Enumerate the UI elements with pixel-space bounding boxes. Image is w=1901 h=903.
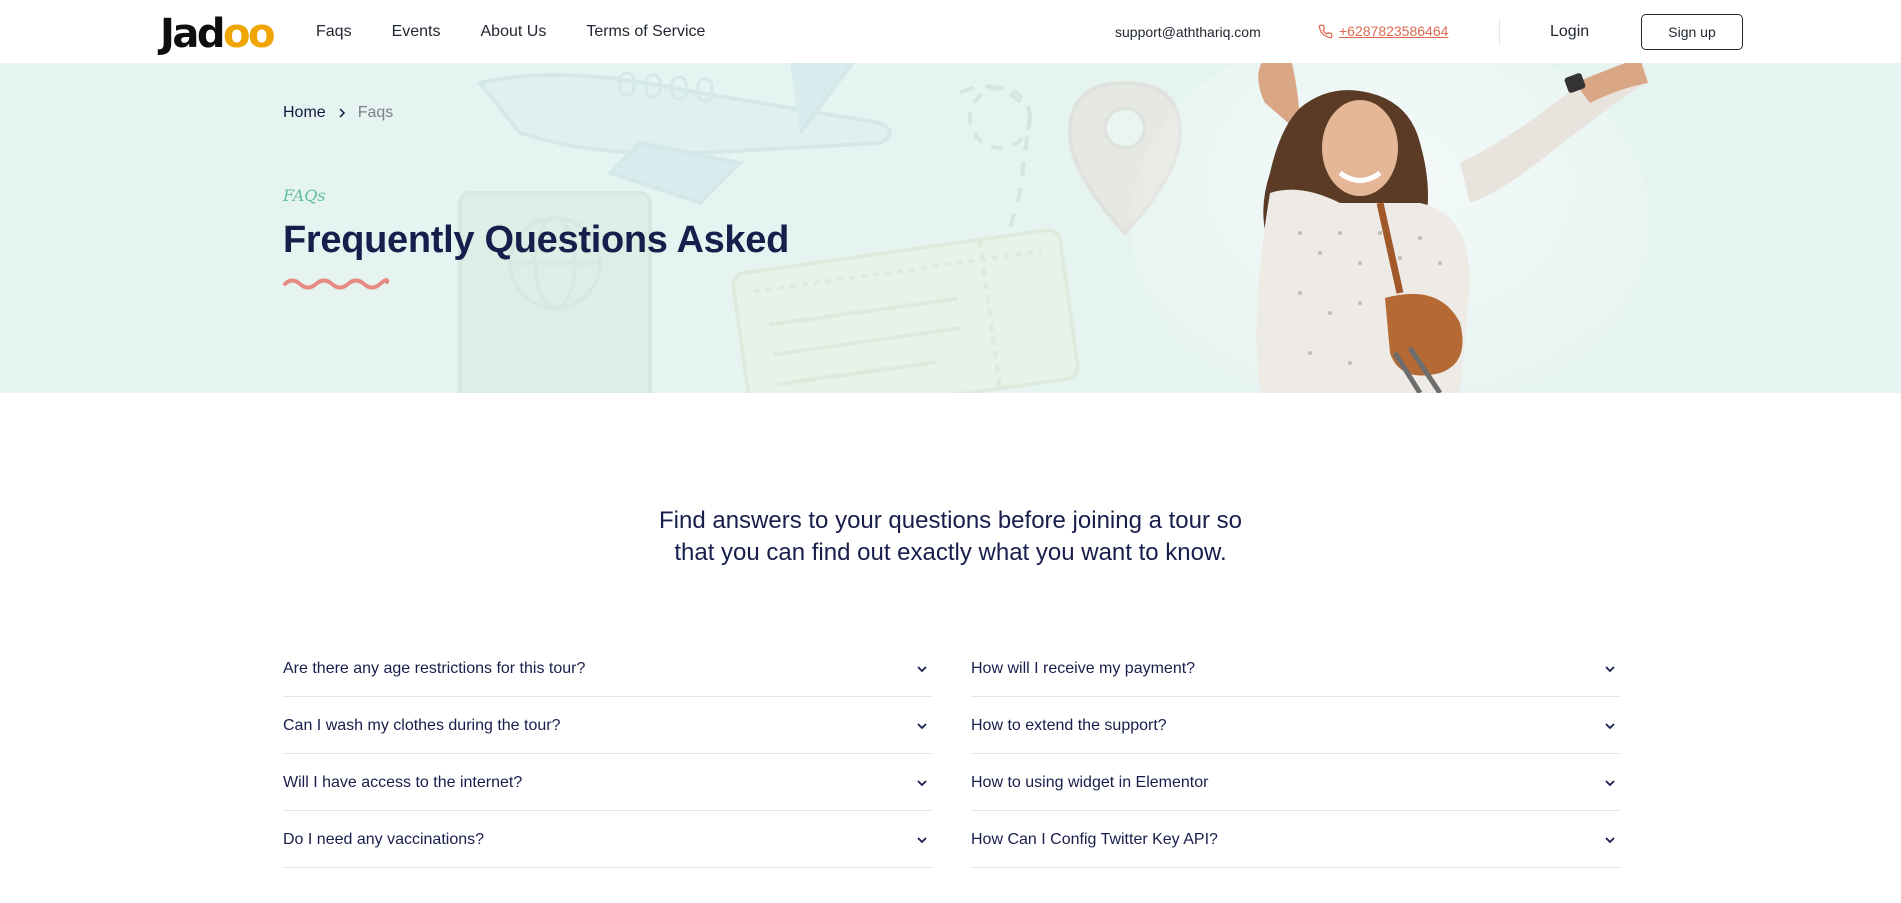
chevron-down-icon [917,723,927,730]
chevron-right-icon [339,108,345,118]
faq-item[interactable]: How Can I Config Twitter Key API? [971,811,1620,868]
breadcrumb-current: Faqs [357,104,394,121]
phone-icon [1318,24,1333,38]
chevron-down-icon [1605,837,1615,844]
faq-column-left: Are there any age restrictions for this … [283,640,932,868]
hero-eyebrow: FAQs [283,186,326,205]
faq-intro: Find answers to your questions before jo… [0,505,1901,569]
faq-question: Will I have access to the internet? [283,774,523,791]
hero-person-figure [1130,63,1650,393]
faq-item[interactable]: Do I need any vaccinations? [283,811,932,868]
breadcrumb-home[interactable]: Home [283,104,326,122]
faq-intro-line-2: that you can find out exactly what you w… [674,539,1227,566]
faq-question: How to extend the support? [971,717,1167,734]
main-nav: Faqs Events About Us Terms of Service [316,22,705,42]
phone-number: +6287823586464 [1339,23,1449,39]
faq-column-right: How will I receive my payment? How to ex… [971,640,1620,868]
breadcrumb: Home Faqs [283,104,393,122]
faq-question: How will I receive my payment? [971,660,1196,677]
faq-item[interactable]: Can I wash my clothes during the tour? [283,697,932,754]
chevron-down-icon [1605,666,1615,673]
faq-item[interactable]: Are there any age restrictions for this … [283,640,932,697]
faq-question: How Can I Config Twitter Key API? [971,831,1218,848]
title-underline-squiggle [283,277,389,290]
faq-item[interactable]: How to extend the support? [971,697,1620,754]
faq-question: Do I need any vaccinations? [283,831,485,848]
chevron-down-icon [1605,780,1615,787]
site-header: Jadoo Faqs Events About Us Terms of Serv… [0,0,1901,63]
faq-question: Are there any age restrictions for this … [283,660,586,677]
nav-link-faqs[interactable]: Faqs [316,22,352,42]
logo-accent: oo [223,11,275,57]
faq-intro-line-1: Find answers to your questions before jo… [659,507,1242,534]
faq-item[interactable]: Will I have access to the internet? [283,754,932,811]
faq-question: How to using widget in Elementor [971,774,1209,791]
nav-link-terms[interactable]: Terms of Service [586,22,705,42]
chevron-down-icon [917,666,927,673]
logo-text: Jad [160,11,226,57]
login-link[interactable]: Login [1550,22,1589,42]
chevron-down-icon [1605,723,1615,730]
nav-link-events[interactable]: Events [392,22,441,42]
signup-button[interactable]: Sign up [1641,14,1743,50]
logo[interactable]: Jadoo [160,11,275,57]
faq-item[interactable]: How will I receive my payment? [971,640,1620,697]
support-phone[interactable]: +6287823586464 [1318,22,1448,40]
faq-question: Can I wash my clothes during the tour? [283,717,561,734]
chevron-down-icon [917,780,927,787]
nav-link-about-us[interactable]: About Us [481,22,547,42]
page-title: Frequently Questions Asked [283,219,790,261]
chevron-down-icon [917,837,927,844]
support-email[interactable]: support@aththariq.com [1115,23,1261,41]
hero-banner: Home Faqs FAQs Frequently Questions Aske… [0,63,1901,393]
header-divider [1499,18,1500,46]
faq-item[interactable]: How to using widget in Elementor [971,754,1620,811]
